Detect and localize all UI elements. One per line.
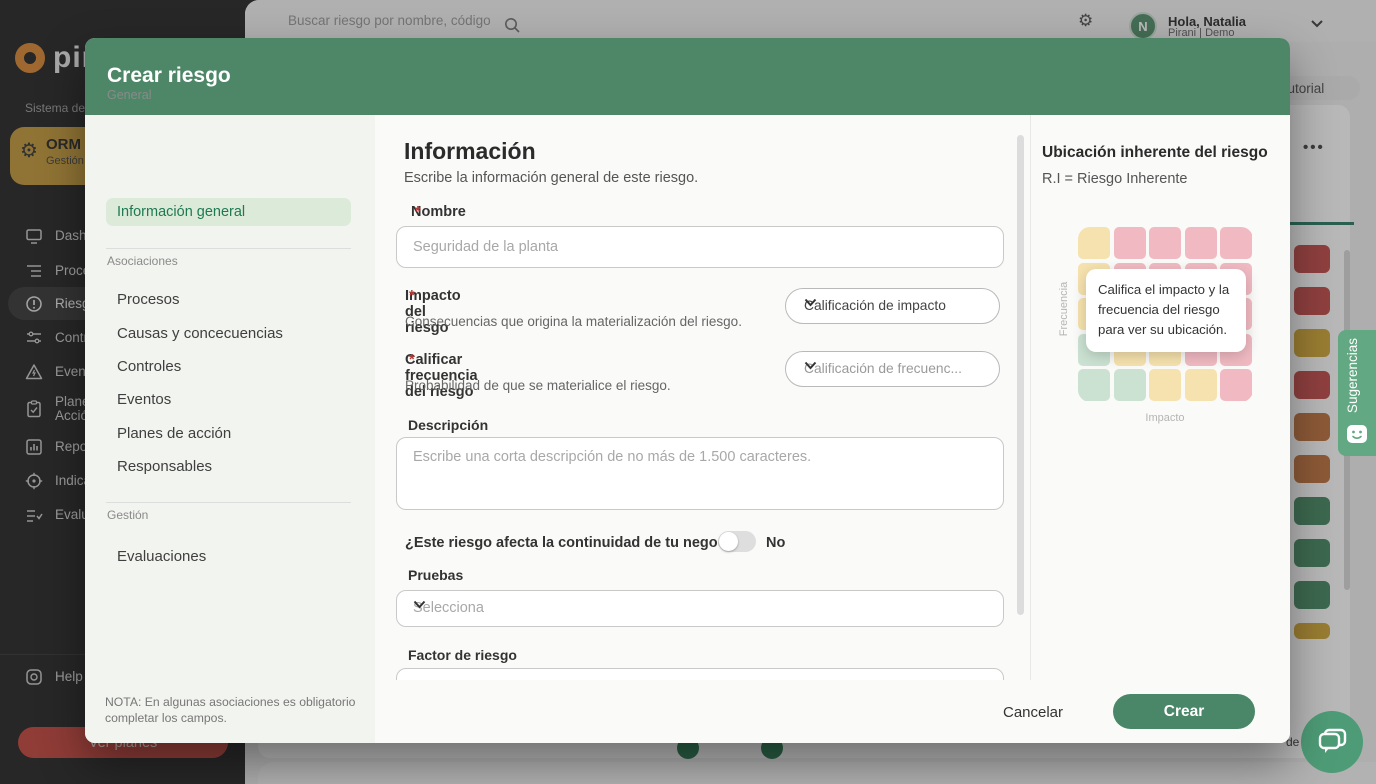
descripcion-textarea[interactable]: Escribe una corta descripción de no más …: [396, 437, 1004, 510]
column-divider: [1030, 115, 1031, 680]
heatmap-cell: [1220, 369, 1252, 401]
heatmap-cell: [1149, 227, 1181, 259]
descripcion-placeholder: Escribe una corta descripción de no más …: [413, 449, 811, 465]
heatmap-tooltip-text: Califica el impacto y la frecuencia del …: [1098, 280, 1236, 340]
nav-section-asociaciones: Asociaciones: [107, 254, 178, 268]
heatmap-cell: [1220, 227, 1252, 259]
create-button[interactable]: Crear: [1113, 694, 1255, 729]
screen: Buscar riesgo por nombre, código ⚙ N Hol…: [0, 0, 1376, 784]
required-asterisk: *: [409, 288, 415, 304]
frecuencia-description: Probabilidad de que se materialice el ri…: [405, 378, 671, 393]
crear-riesgo-modal: Crear riesgo General Información general…: [85, 38, 1290, 743]
heatmap-cell: [1114, 369, 1146, 401]
heatmap-cell: [1078, 227, 1110, 259]
nombre-input[interactable]: Seguridad de la planta: [396, 226, 1004, 268]
suggestions-tab[interactable]: Sugerencias: [1338, 330, 1376, 456]
modal-header: [85, 38, 1290, 115]
nav-divider: [106, 502, 351, 503]
nav-section-gestion: Gestión: [107, 508, 148, 522]
smiley-icon: [1346, 424, 1368, 446]
chat-widget-button[interactable]: [1301, 711, 1363, 773]
pruebas-label: Pruebas: [408, 567, 463, 583]
pruebas-dropdown[interactable]: Selecciona: [396, 590, 1004, 627]
continuidad-question: ¿Este riesgo afecta la continuidad de tu…: [405, 535, 747, 551]
chat-bubbles-icon: [1317, 728, 1347, 756]
impacto-dropdown[interactable]: Calificación de impacto: [785, 288, 1000, 324]
nav-item-causas-y-consecuencias[interactable]: Causas y concecuencias: [117, 325, 283, 342]
frecuencia-dropdown[interactable]: Calificación de frecuenc...: [785, 351, 1000, 387]
modal-title: Crear riesgo: [107, 64, 231, 88]
form-subheading: Escribe la información general de este r…: [404, 170, 698, 186]
ubicacion-heading: Ubicación inherente del riesgo: [1042, 144, 1268, 162]
toggle-knob: [719, 532, 738, 551]
nav-item-controles[interactable]: Controles: [117, 358, 181, 375]
cancel-button[interactable]: Cancelar: [988, 704, 1078, 721]
form-heading: Información: [404, 138, 536, 165]
ubicacion-subheading: R.I = Riesgo Inherente: [1042, 171, 1188, 187]
modal-footer: Cancelar Crear: [375, 680, 1290, 743]
nav-item-planes-de-accion[interactable]: Planes de acción: [117, 425, 231, 442]
continuidad-value: No: [766, 535, 785, 551]
nav-item-informacion-general[interactable]: Información general: [106, 198, 351, 226]
continuidad-toggle[interactable]: [718, 531, 756, 552]
nav-item-procesos[interactable]: Procesos: [117, 291, 180, 308]
nav-item-responsables[interactable]: Responsables: [117, 458, 212, 475]
heatmap-cell: [1185, 369, 1217, 401]
heatmap-cell: [1149, 369, 1181, 401]
nombre-placeholder: Seguridad de la planta: [413, 239, 558, 255]
frequency-axis-label: Frecuencia: [1058, 254, 1070, 364]
nav-item-eventos[interactable]: Eventos: [117, 391, 171, 408]
heatmap-cell: [1185, 227, 1217, 259]
modal-scrollbar[interactable]: [1017, 135, 1024, 615]
descripcion-label: Descripción: [408, 417, 488, 433]
required-asterisk: *: [415, 204, 421, 220]
nav-item-evaluaciones[interactable]: Evaluaciones: [117, 548, 206, 565]
nav-divider: [106, 248, 351, 249]
nav-note: NOTA: En algunas asociaciones es obligat…: [105, 694, 363, 726]
factor-label: Factor de riesgo: [408, 647, 517, 663]
required-asterisk: *: [409, 352, 415, 368]
heatmap-cell: [1078, 369, 1110, 401]
heatmap-cell: [1114, 227, 1146, 259]
impacto-description: Consecuencias que origina la materializa…: [405, 314, 742, 329]
impact-axis-label: Impacto: [1130, 412, 1200, 424]
suggestions-tab-label: Sugerencias: [1345, 338, 1360, 413]
heatmap-tooltip: Califica el impacto y la frecuencia del …: [1086, 269, 1246, 352]
nav-section-general: General: [107, 88, 151, 102]
